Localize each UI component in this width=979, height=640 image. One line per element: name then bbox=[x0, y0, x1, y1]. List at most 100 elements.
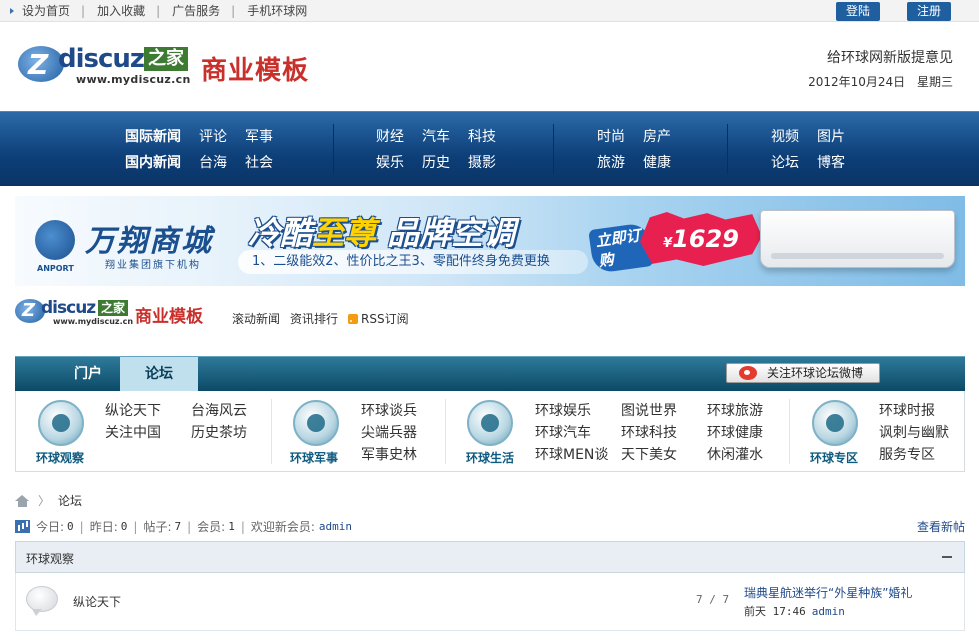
nav-item-photo[interactable]: 摄影 bbox=[468, 155, 496, 171]
banner-price: ¥1629 bbox=[640, 212, 762, 266]
tab-forum[interactable]: 论坛 bbox=[120, 357, 198, 392]
logo-title: 商业模板 bbox=[135, 307, 203, 327]
nav-item-pictures[interactable]: 图片 bbox=[817, 129, 845, 145]
air-conditioner-image bbox=[760, 210, 955, 268]
forum-link[interactable]: 环球旅游 bbox=[707, 400, 763, 420]
forum-link[interactable]: 台海风云 bbox=[191, 400, 247, 420]
forum-link[interactable]: 环球科技 bbox=[621, 422, 677, 442]
nav-item-video[interactable]: 视频 bbox=[771, 129, 799, 145]
add-favorite-link[interactable]: 加入收藏 bbox=[85, 3, 156, 19]
signboard-icon[interactable] bbox=[812, 400, 858, 446]
category-military: 环球军事 环球谈兵 尖端兵器 军事史林 bbox=[272, 391, 445, 472]
forum-link[interactable]: 尖端兵器 bbox=[361, 422, 417, 442]
view-new-posts-link[interactable]: 查看新帖 bbox=[917, 518, 965, 535]
yesterday-count: 0 bbox=[120, 520, 128, 533]
posts-count: 7 bbox=[174, 520, 182, 533]
category-name[interactable]: 环球军事 bbox=[290, 449, 338, 466]
warship-icon[interactable] bbox=[293, 400, 339, 446]
logo-title: 商业模板 bbox=[201, 56, 310, 86]
collapse-icon[interactable] bbox=[942, 556, 952, 558]
nav-item-tech[interactable]: 科技 bbox=[468, 129, 496, 145]
login-button[interactable]: 登陆 bbox=[836, 2, 880, 21]
dining-plate-icon[interactable] bbox=[467, 400, 513, 446]
logo-badge: 之家 bbox=[144, 47, 188, 71]
welcome-label: 欢迎新会员: bbox=[250, 520, 315, 534]
mobile-site-link[interactable]: 手机环球网 bbox=[235, 3, 318, 19]
category-observe: 环球观察 纵论天下 台海风云 关注中国 历史茶坊 bbox=[16, 391, 271, 472]
category-life: 环球生活 环球娱乐 图说世界 环球旅游 环球汽车 环球科技 环球健康 环球MEN… bbox=[446, 391, 789, 472]
forum-link[interactable]: 历史茶坊 bbox=[191, 422, 247, 442]
category-panel: 环球观察 纵论天下 台海风云 关注中国 历史茶坊 环球军事 环球谈兵 尖端兵器 … bbox=[15, 391, 965, 472]
nav-item-realestate[interactable]: 房产 bbox=[643, 129, 671, 145]
feedback-link[interactable]: 给环球网新版提意见 bbox=[827, 47, 953, 67]
nav-item-health[interactable]: 健康 bbox=[643, 155, 671, 171]
home-icon[interactable] bbox=[15, 494, 30, 507]
sub-links: 滚动新闻 资讯排行 RSS订阅 bbox=[232, 310, 419, 327]
breadcrumb-current[interactable]: 论坛 bbox=[58, 492, 82, 509]
news-ranking-link[interactable]: 资讯排行 bbox=[290, 310, 348, 327]
forum-link[interactable]: 环球谈兵 bbox=[361, 400, 417, 420]
forum-link[interactable]: 讽刺与幽默 bbox=[879, 422, 949, 442]
forum-link[interactable]: 环球MEN谈 bbox=[535, 444, 608, 464]
follow-weibo-button[interactable]: 关注环球论坛微博 bbox=[726, 363, 880, 383]
nav-item-fashion[interactable]: 时尚 bbox=[597, 129, 625, 145]
magnifier-icon[interactable] bbox=[38, 400, 84, 446]
posts-label: 帖子: bbox=[143, 520, 172, 534]
forum-link[interactable]: 环球健康 bbox=[707, 422, 763, 442]
forum-stats: 今日: 0 | 昨日: 0 | 帖子: 7 | 会员: 1 | 欢迎新会员: admin bbox=[15, 518, 352, 535]
nav-item-taiwan[interactable]: 台海 bbox=[199, 155, 227, 171]
forum-link[interactable]: 环球娱乐 bbox=[535, 400, 591, 420]
forum-category-title[interactable]: 环球观察 bbox=[26, 550, 74, 567]
ad-service-link[interactable]: 广告服务 bbox=[160, 3, 231, 19]
category-name[interactable]: 环球专区 bbox=[810, 449, 858, 466]
forum-link[interactable]: 环球时报 bbox=[879, 400, 935, 420]
category-name[interactable]: 环球观察 bbox=[36, 449, 84, 466]
forum-link[interactable]: 关注中国 bbox=[105, 422, 161, 442]
nav-item-military[interactable]: 军事 bbox=[245, 129, 273, 145]
forum-link[interactable]: 休闲灌水 bbox=[707, 444, 763, 464]
tab-portal[interactable]: 门户 bbox=[53, 357, 123, 392]
forum-link[interactable]: 服务专区 bbox=[879, 444, 935, 464]
site-logo[interactable]: Z discuz 之家 商业模板 www.mydiscuz.cn bbox=[18, 44, 318, 90]
breadcrumb: 〉 论坛 bbox=[15, 492, 82, 509]
nav-item-blog[interactable]: 博客 bbox=[817, 155, 845, 171]
last-post-title[interactable]: 瑞典星航迷举行“外星种族”婚礼 bbox=[744, 584, 912, 601]
forum-name[interactable]: 纵论天下 bbox=[73, 593, 121, 610]
set-homepage-link[interactable]: 设为首页 bbox=[10, 3, 81, 19]
forum-link[interactable]: 天下美女 bbox=[621, 444, 677, 464]
forum-logo[interactable]: Z discuz 之家 商业模板 www.mydiscuz.cn bbox=[15, 298, 215, 328]
nav-item-domestic[interactable]: 国内新闻 bbox=[125, 155, 181, 171]
last-post-author[interactable]: admin bbox=[812, 605, 845, 618]
banner-brand-sub: 翔业集团旗下机构 bbox=[105, 260, 201, 271]
rss-link[interactable]: RSS订阅 bbox=[348, 310, 419, 327]
forum-link[interactable]: 环球汽车 bbox=[535, 422, 591, 442]
nav-item-society[interactable]: 社会 bbox=[245, 155, 273, 171]
newest-member-link[interactable]: admin bbox=[319, 520, 352, 533]
category-name[interactable]: 环球生活 bbox=[466, 449, 514, 466]
forum-link[interactable]: 图说世界 bbox=[621, 400, 677, 420]
nav-divider bbox=[727, 124, 728, 174]
portal-tab-bar: 门户 论坛 关注环球论坛微博 bbox=[15, 356, 965, 392]
nav-item-comment[interactable]: 评论 bbox=[199, 129, 227, 145]
banner-brand-en: ANPORT bbox=[37, 264, 74, 273]
nav-item-travel[interactable]: 旅游 bbox=[597, 155, 625, 171]
nav-item-finance[interactable]: 财经 bbox=[376, 129, 404, 145]
banner-features: 1、二级能效2、性价比之王3、零配件终身免费更换 bbox=[238, 250, 588, 274]
forum-link[interactable]: 纵论天下 bbox=[105, 400, 161, 420]
nav-item-entertainment[interactable]: 娱乐 bbox=[376, 155, 404, 171]
nav-item-history[interactable]: 历史 bbox=[422, 155, 450, 171]
logo-text: discuz bbox=[58, 44, 145, 74]
nav-item-auto[interactable]: 汽车 bbox=[422, 129, 450, 145]
nav-item-international[interactable]: 国际新闻 bbox=[125, 129, 181, 145]
stats-chart-icon bbox=[15, 520, 30, 533]
speech-bubble-icon bbox=[26, 586, 58, 616]
rss-icon bbox=[348, 314, 359, 324]
banner-brand-name: 万翔商城 bbox=[85, 224, 213, 259]
nav-item-forum[interactable]: 论坛 bbox=[771, 155, 799, 171]
scroll-news-link[interactable]: 滚动新闻 bbox=[232, 310, 290, 327]
register-button[interactable]: 注册 bbox=[907, 2, 951, 21]
last-post-time: 前天 17:46 bbox=[744, 605, 806, 618]
top-bar: 设为首页 | 加入收藏 | 广告服务 | 手机环球网 登陆 注册 bbox=[0, 0, 979, 22]
ad-banner[interactable]: 万翔商城 ANPORT 翔业集团旗下机构 冷酷至尊 品牌空调 1、二级能效2、性… bbox=[15, 196, 965, 286]
forum-link[interactable]: 军事史林 bbox=[361, 444, 417, 464]
